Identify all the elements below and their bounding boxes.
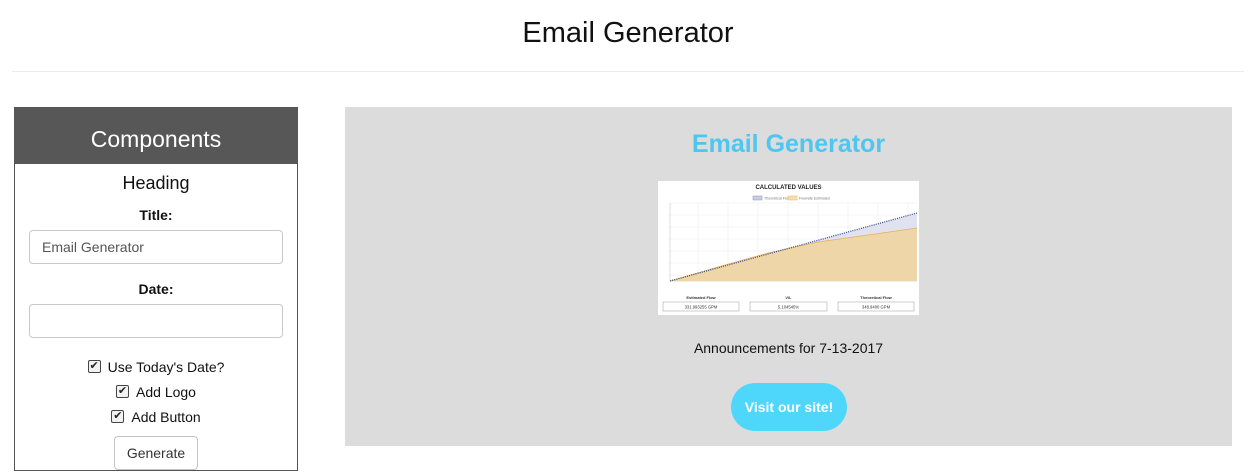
page-title: Email Generator xyxy=(522,17,734,49)
components-header: Components xyxy=(15,108,297,164)
date-input[interactable] xyxy=(29,304,283,338)
date-label: Date: xyxy=(138,281,174,297)
title-input[interactable] xyxy=(29,230,283,264)
generate-button[interactable]: Generate xyxy=(113,436,199,470)
header-divider xyxy=(12,71,1244,72)
email-preview: Email Generator CALCULATED VALUES Theore… xyxy=(345,107,1232,446)
legend-label-estimated: Flowrate Estimated xyxy=(799,197,830,201)
stat-value-theoretical-flow: 348.9400 GPM xyxy=(862,305,891,310)
add-logo-checkbox[interactable]: ✔ xyxy=(116,385,130,398)
logo-chart-title: CALCULATED VALUES xyxy=(755,185,821,191)
add-button-option[interactable]: ✔ Add Button xyxy=(15,404,297,429)
stat-label-vl: V/L xyxy=(785,295,792,300)
stat-label-theoretical-flow: Theoretical Flow xyxy=(860,295,892,300)
announcement-text: Announcements for 7-13-2017 xyxy=(693,340,884,356)
add-logo-option[interactable]: ✔ Add Logo xyxy=(15,379,297,404)
stat-label-estimated-flow: Estimated Flow xyxy=(686,295,716,300)
legend-label-theoretical: Theoretical Flow xyxy=(764,197,791,201)
add-button-label: Add Button xyxy=(131,408,201,425)
logo-image: CALCULATED VALUES Theoretical Flow Flowr… xyxy=(658,181,919,315)
legend-swatch-estimated xyxy=(787,195,798,201)
use-todays-date-option[interactable]: ✔ Use Today's Date? xyxy=(15,354,297,379)
add-logo-label: Add Logo xyxy=(136,383,196,400)
estimated-area xyxy=(670,228,917,281)
heading-section-title: Heading xyxy=(122,173,190,193)
add-button-checkbox[interactable]: ✔ xyxy=(111,410,125,423)
title-label: Title: xyxy=(139,207,173,223)
page-header: Email Generator xyxy=(0,0,1256,72)
logo-chart-image: CALCULATED VALUES Theoretical Flow Flowr… xyxy=(662,185,918,312)
components-panel: Components Heading Title: Date: ✔ Use To… xyxy=(14,107,298,471)
stat-value-estimated-flow: 331.993255 GPM xyxy=(685,305,718,310)
options-list: ✔ Use Today's Date? ✔ Add Logo ✔ Add But… xyxy=(15,354,297,429)
visit-site-button[interactable]: Visit our site! xyxy=(731,383,847,431)
use-todays-date-checkbox[interactable]: ✔ xyxy=(87,360,101,373)
stat-value-vl: 5.104545% xyxy=(778,305,799,310)
use-todays-date-label: Use Today's Date? xyxy=(107,358,225,375)
legend-swatch-theoretical xyxy=(752,195,763,201)
preview-title: Email Generator xyxy=(691,130,886,158)
